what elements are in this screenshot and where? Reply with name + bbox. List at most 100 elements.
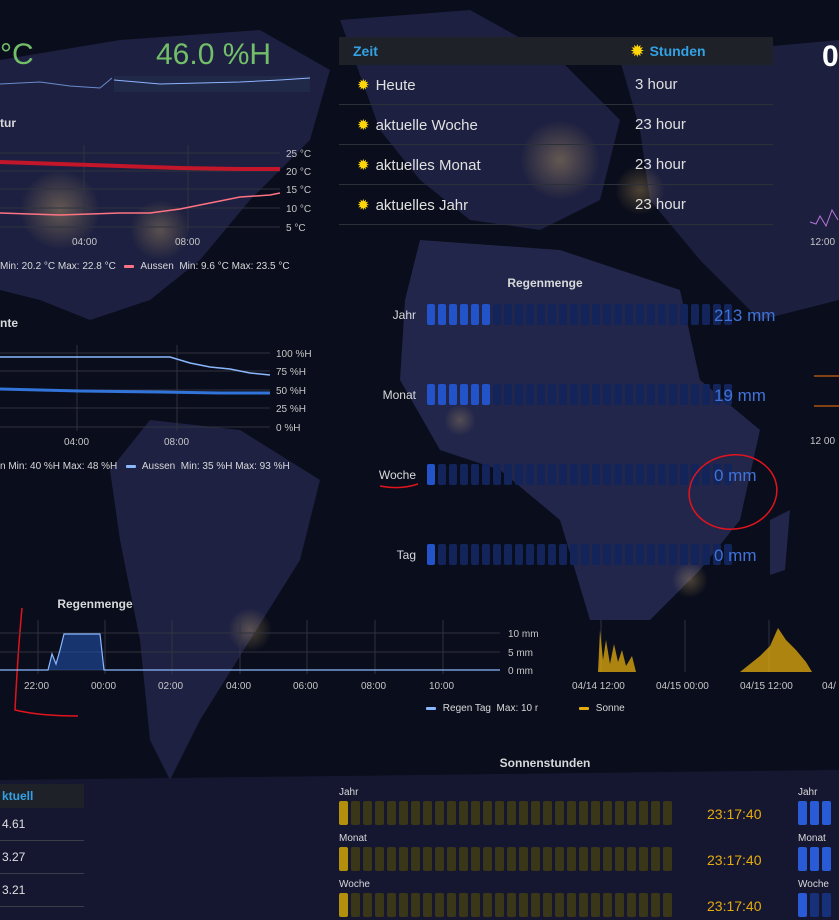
gauge-cell bbox=[798, 847, 807, 871]
gauge-cell bbox=[427, 464, 435, 485]
gauge-cell bbox=[519, 801, 528, 825]
gauge-cell bbox=[567, 893, 576, 917]
gauge-cell bbox=[581, 384, 589, 405]
gauge-cell bbox=[627, 847, 636, 871]
sun-icon: ✹ bbox=[357, 156, 370, 174]
gauge-cell bbox=[639, 893, 648, 917]
sun-icon: ✹ bbox=[357, 196, 370, 214]
gauge-cell bbox=[570, 544, 578, 565]
right-edge-chart: 12:00 bbox=[809, 208, 839, 248]
rain-xtick-2200: 22:00 bbox=[24, 681, 49, 692]
gauge-cell bbox=[459, 801, 468, 825]
gauge-cell bbox=[614, 384, 622, 405]
temperature-legend: Min: 20.2 °C Max: 22.8 °C Aussen Min: 9.… bbox=[0, 261, 290, 272]
gauge-cell bbox=[603, 893, 612, 917]
gauge-cell bbox=[435, 801, 444, 825]
gauge-cell bbox=[471, 304, 479, 325]
gauge-cell bbox=[567, 801, 576, 825]
hum-legend-outer-swatch bbox=[125, 464, 136, 468]
temp-ytick-25: 25 °C bbox=[286, 149, 311, 160]
gauge-cell bbox=[427, 544, 435, 565]
temp-ytick-10: 10 °C bbox=[286, 204, 311, 215]
gauge-cell bbox=[570, 464, 578, 485]
gauge-cell bbox=[615, 893, 624, 917]
gauge-cell bbox=[493, 304, 501, 325]
gauge-cell bbox=[423, 893, 432, 917]
rain-bar-monat bbox=[427, 384, 732, 405]
row-label-text: aktuelle Woche bbox=[375, 116, 478, 134]
rain-xtick-0400: 04:00 bbox=[226, 681, 251, 692]
gauge-cell bbox=[387, 893, 396, 917]
gauge-cell bbox=[423, 801, 432, 825]
humidity-legend: n Min: 40 %H Max: 48 %H Aussen Min: 35 %… bbox=[0, 461, 290, 472]
gauge-cell bbox=[639, 847, 648, 871]
gauge-cell bbox=[658, 384, 666, 405]
table-header-zeit[interactable]: Zeit bbox=[339, 37, 617, 65]
temp-legend-outer-stats: Min: 9.6 °C Max: 23.5 °C bbox=[179, 261, 290, 272]
gauge-cell bbox=[526, 464, 534, 485]
hum-xtick-0800: 08:00 bbox=[164, 437, 189, 445]
sunhours-label-jahr: Jahr bbox=[339, 787, 359, 798]
gauge-cell bbox=[559, 464, 567, 485]
gauge-cell bbox=[351, 847, 360, 871]
gauge-cell bbox=[570, 384, 578, 405]
gauge-cell bbox=[647, 384, 655, 405]
gauge-cell bbox=[438, 464, 446, 485]
sun-legend-name[interactable]: Sonne bbox=[596, 703, 625, 714]
gauge-cell bbox=[810, 893, 819, 917]
row-label: ✹ aktuelle Woche bbox=[339, 104, 617, 145]
rain-row-label-tag: Tag bbox=[396, 548, 416, 562]
gauge-cell bbox=[423, 847, 432, 871]
gauge-cell bbox=[627, 893, 636, 917]
gauge-cell bbox=[603, 384, 611, 405]
right-bar-jahr bbox=[798, 801, 831, 825]
temperature-stat: °C bbox=[0, 38, 34, 71]
gauge-cell bbox=[614, 464, 622, 485]
gauge-cell bbox=[471, 893, 480, 917]
gauge-cell bbox=[339, 893, 348, 917]
rain-row-label-monat: Monat bbox=[382, 388, 416, 402]
rain-row-label-jahr: Jahr bbox=[392, 308, 416, 322]
gauge-cell bbox=[375, 893, 384, 917]
gauge-cell bbox=[591, 847, 600, 871]
gauge-cell bbox=[810, 847, 819, 871]
left-table-cell: 3.21 bbox=[0, 873, 84, 907]
table-row: 3.27 bbox=[0, 840, 84, 874]
gauge-cell bbox=[592, 304, 600, 325]
gauge-cell bbox=[548, 544, 556, 565]
rain-legend-stats: Max: 10 r bbox=[496, 703, 539, 714]
table-header-stunden[interactable]: ✹ Stunden bbox=[617, 37, 773, 65]
temp-legend-outer-name[interactable]: Aussen bbox=[140, 261, 173, 272]
table-header-stunden-label: Stunden bbox=[649, 43, 706, 59]
gauge-cell bbox=[651, 801, 660, 825]
gauge-cell bbox=[531, 801, 540, 825]
gauge-cell bbox=[581, 544, 589, 565]
left-table-header[interactable]: ktuell bbox=[0, 784, 84, 808]
gauge-cell bbox=[555, 847, 564, 871]
gauge-cell bbox=[559, 304, 567, 325]
hum-ytick-0: 0 %H bbox=[276, 423, 300, 434]
rain-row-label-woche: Woche bbox=[378, 468, 416, 482]
gauge-cell bbox=[680, 544, 688, 565]
rain-xtick-0000: 00:00 bbox=[91, 681, 116, 692]
rain-legend-name[interactable]: Regen Tag bbox=[443, 703, 491, 714]
gauge-cell bbox=[570, 304, 578, 325]
hum-legend-outer-name[interactable]: Aussen bbox=[142, 461, 175, 472]
gauge-cell bbox=[438, 384, 446, 405]
gauge-cell bbox=[449, 544, 457, 565]
gauge-cell bbox=[636, 544, 644, 565]
gauge-cell bbox=[691, 304, 699, 325]
gauge-cell bbox=[592, 464, 600, 485]
table-row: 4.61 bbox=[0, 808, 84, 841]
gauge-cell bbox=[526, 544, 534, 565]
right-edge-xtick-2: 12 00 bbox=[810, 436, 835, 447]
temperature-chart: 25 °C 20 °C 15 °C 10 °C 5 °C 04:00 08:00 bbox=[0, 145, 311, 245]
temp-ytick-5: 5 °C bbox=[286, 223, 306, 234]
rain-ytick-10: 10 mm bbox=[508, 629, 539, 640]
rain-value-woche: 0 mm bbox=[714, 466, 757, 485]
gauge-cell bbox=[567, 847, 576, 871]
right-edge-xtick: 12:00 bbox=[810, 237, 835, 248]
gauge-cell bbox=[555, 801, 564, 825]
rain-xtick-0200: 02:00 bbox=[158, 681, 183, 692]
sunhours-label-woche: Woche bbox=[339, 879, 370, 890]
